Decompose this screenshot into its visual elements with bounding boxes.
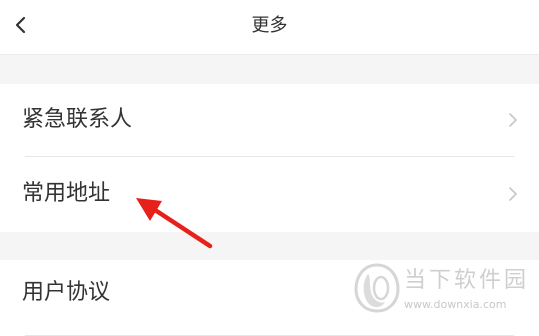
menu-item-emergency-contacts[interactable]: 紧急联系人 xyxy=(0,84,539,157)
watermark: 当下软件园 www.downxia.com xyxy=(352,262,532,322)
menu-item-common-addresses[interactable]: 常用地址 xyxy=(0,157,539,232)
section-separator xyxy=(0,232,539,260)
watermark-name: 当下软件园 xyxy=(404,268,530,293)
watermark-logo-icon xyxy=(354,263,400,313)
more-settings-page: 更多 紧急联系人 常用地址 用户协议 当下软件园 www.downxia.com xyxy=(0,0,539,336)
menu-item-label: 常用地址 xyxy=(22,181,111,206)
menu-item-label: 用户协议 xyxy=(22,280,111,305)
chevron-right-icon xyxy=(509,113,517,127)
nav-bar: 更多 xyxy=(0,0,539,54)
section-separator xyxy=(0,54,539,84)
menu-item-label: 紧急联系人 xyxy=(22,107,133,132)
page-title: 更多 xyxy=(251,15,288,36)
watermark-url: www.downxia.com xyxy=(404,298,507,311)
chevron-right-icon xyxy=(509,187,517,201)
